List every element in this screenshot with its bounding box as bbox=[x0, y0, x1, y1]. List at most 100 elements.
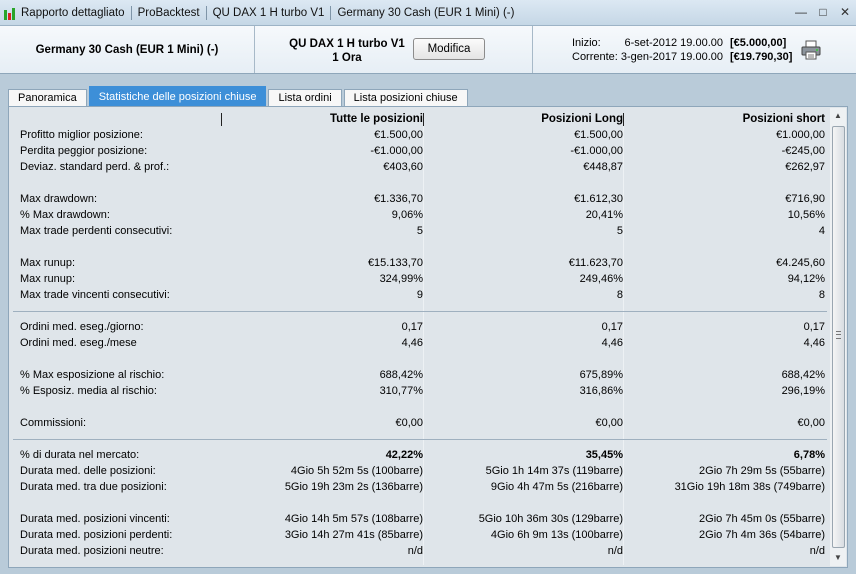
row-label: Ordini med. eseg./mese bbox=[20, 337, 137, 349]
cell-short: €1.000,00 bbox=[776, 129, 825, 141]
cell-all: 5Gio 19h 23m 2s (136barre) bbox=[284, 481, 423, 493]
cell-all: 0,17 bbox=[401, 321, 423, 333]
row-label: Max runup: bbox=[20, 273, 76, 285]
table-row: Durata med. posizioni neutre: n/d n/d n/d bbox=[9, 545, 831, 561]
strategy-timeframe: 1 Ora bbox=[332, 52, 362, 64]
table-row: % Max esposizione al rischio: 688,42% 675,… bbox=[9, 369, 831, 385]
column-resize-handle[interactable] bbox=[423, 113, 424, 126]
cell-short: 94,12% bbox=[787, 273, 825, 285]
scrollbar-thumb[interactable] bbox=[832, 126, 845, 548]
strategy-name: QU DAX 1 H turbo V1 bbox=[289, 38, 405, 50]
report-tabs: Panoramica Statistiche delle posizioni c… bbox=[8, 86, 470, 106]
scroll-down-arrow-icon[interactable]: ▼ bbox=[830, 550, 846, 566]
cell-short: -€245,00 bbox=[781, 145, 825, 157]
cell-all: n/d bbox=[407, 545, 423, 557]
scroll-up-arrow-icon[interactable]: ▲ bbox=[830, 108, 846, 124]
cell-long: €1.612,30 bbox=[574, 193, 623, 205]
column-resize-handle[interactable] bbox=[221, 113, 222, 126]
row-label: Durata med. posizioni vincenti: bbox=[20, 513, 170, 525]
cell-long: 20,41% bbox=[585, 209, 623, 221]
table-row: Durata med. tra due posizioni: 5Gio 19h 2… bbox=[9, 481, 831, 497]
modify-button[interactable]: Modifica bbox=[413, 38, 485, 60]
cell-short: 4 bbox=[818, 225, 825, 237]
current-date: 3-gen-2017 19.00.00 bbox=[620, 51, 723, 63]
table-row: Durata med. delle posizioni: 4Gio 5h 52m … bbox=[9, 465, 831, 481]
cell-long: -€1.000,00 bbox=[570, 145, 623, 157]
cell-long: 0,17 bbox=[601, 321, 623, 333]
cell-long: 5Gio 1h 14m 37s (119barre) bbox=[485, 465, 623, 477]
table-row: Max trade vincenti consecutivi: 9 8 8 bbox=[9, 289, 831, 305]
cell-all: 688,42% bbox=[379, 369, 423, 381]
row-label: Durata med. posizioni perdenti: bbox=[20, 529, 173, 541]
cell-short: €262,97 bbox=[785, 161, 825, 173]
section-divider bbox=[13, 311, 827, 312]
titlebar-breadcrumb-strategy: QU DAX 1 H turbo V1 bbox=[212, 6, 325, 19]
vertical-scrollbar[interactable]: ▲ ▼ bbox=[830, 108, 846, 566]
cell-long: 316,86% bbox=[579, 385, 623, 397]
cell-long: 8 bbox=[616, 289, 623, 301]
row-label: Durata med. tra due posizioni: bbox=[20, 481, 167, 493]
tab-closed-positions-stats[interactable]: Statistiche delle posizioni chiuse bbox=[88, 86, 267, 106]
cell-all: 4Gio 5h 52m 5s (100barre) bbox=[290, 465, 423, 477]
cell-short: €716,90 bbox=[785, 193, 825, 205]
candlestick-chart-icon bbox=[4, 6, 18, 20]
strategy-panel: QU DAX 1 H turbo V1 1 Ora Modifica bbox=[255, 26, 533, 73]
cell-short: 2Gio 7h 4m 36s (54barre) bbox=[699, 529, 825, 541]
column-resize-handle[interactable] bbox=[623, 113, 624, 126]
cell-short: n/d bbox=[809, 545, 825, 557]
row-label: Max runup: bbox=[20, 257, 76, 269]
current-capital: [€19.790,30] bbox=[730, 51, 793, 63]
table-row: Perdita peggior posizione: -€1.000,00 -€1.… bbox=[9, 145, 831, 161]
cell-all: €15.133,70 bbox=[367, 257, 423, 269]
cell-short: 6,78% bbox=[793, 449, 825, 461]
cell-all: 9,06% bbox=[391, 209, 423, 221]
column-header-short: Posizioni short bbox=[742, 113, 825, 125]
titlebar-breadcrumb-instrument: Germany 30 Cash (EUR 1 Mini) (-) bbox=[337, 6, 515, 19]
cell-long: n/d bbox=[607, 545, 623, 557]
tab-overview[interactable]: Panoramica bbox=[8, 89, 87, 106]
cell-long: €0,00 bbox=[595, 417, 623, 429]
row-label: Max trade perdenti consecutivi: bbox=[20, 225, 173, 237]
minimize-icon[interactable]: — bbox=[794, 5, 808, 19]
table-row: Ordini med. eseg./giorno: 0,17 0,17 0,17 bbox=[9, 321, 831, 337]
cell-all: 324,99% bbox=[379, 273, 423, 285]
window-controls: — □ ✕ bbox=[794, 5, 852, 19]
table-row: Commissioni: €0,00 €0,00 €0,00 bbox=[9, 417, 831, 433]
cell-all: €403,60 bbox=[383, 161, 423, 173]
cell-all: -€1.000,00 bbox=[370, 145, 423, 157]
start-label: Inizio: bbox=[572, 37, 601, 49]
cell-short: 10,56% bbox=[787, 209, 825, 221]
row-label: % Max drawdown: bbox=[20, 209, 110, 221]
statistics-panel: Tutte le posizioni Posizioni Long Posizi… bbox=[8, 106, 848, 568]
cell-all: €0,00 bbox=[395, 417, 423, 429]
cell-short: 688,42% bbox=[781, 369, 825, 381]
table-row: % di durata nel mercato: 42,22% 35,45% 6,78… bbox=[9, 449, 831, 465]
window-titlebar: Rapporto dettagliato ProBacktest QU DAX … bbox=[0, 0, 856, 26]
cell-short: 8 bbox=[818, 289, 825, 301]
cell-short: 2Gio 7h 45m 0s (55barre) bbox=[699, 513, 825, 525]
row-label: Max drawdown: bbox=[20, 193, 98, 205]
print-icon[interactable] bbox=[800, 40, 822, 60]
cell-short: 296,19% bbox=[781, 385, 825, 397]
maximize-icon[interactable]: □ bbox=[816, 5, 830, 19]
tab-closed-positions-list[interactable]: Lista posizioni chiuse bbox=[343, 89, 468, 106]
table-row: Max runup: €15.133,70 €11.623,70 €4.245,60 bbox=[9, 257, 831, 273]
cell-short: 0,17 bbox=[803, 321, 825, 333]
titlebar-breadcrumb-backtest: ProBacktest bbox=[137, 6, 200, 19]
row-label: Profitto miglior posizione: bbox=[20, 129, 143, 141]
cell-long: 4Gio 6h 9m 13s (100barre) bbox=[490, 529, 623, 541]
titlebar-separator bbox=[205, 5, 207, 20]
row-label: Ordini med. eseg./giorno: bbox=[20, 321, 144, 333]
table-row: % Esposiz. media al rischio: 310,77% 316,8… bbox=[9, 385, 831, 401]
row-label: % Esposiz. media al rischio: bbox=[20, 385, 157, 397]
cell-long: €1.500,00 bbox=[574, 129, 623, 141]
row-label: Deviaz. standard perd. & prof.: bbox=[20, 161, 170, 173]
close-icon[interactable]: ✕ bbox=[838, 5, 852, 19]
table-row: % Max drawdown: 9,06% 20,41% 10,56% bbox=[9, 209, 831, 225]
cell-long: 9Gio 4h 47m 5s (216barre) bbox=[490, 481, 623, 493]
table-row: Max trade perdenti consecutivi: 5 5 4 bbox=[9, 225, 831, 241]
table-row: Deviaz. standard perd. & prof.: €403,60 €4… bbox=[9, 161, 831, 177]
cell-all: 3Gio 14h 27m 41s (85barre) bbox=[284, 529, 423, 541]
tab-orders-list[interactable]: Lista ordini bbox=[268, 89, 342, 106]
report-header: Germany 30 Cash (EUR 1 Mini) (-) QU DAX … bbox=[0, 26, 856, 74]
